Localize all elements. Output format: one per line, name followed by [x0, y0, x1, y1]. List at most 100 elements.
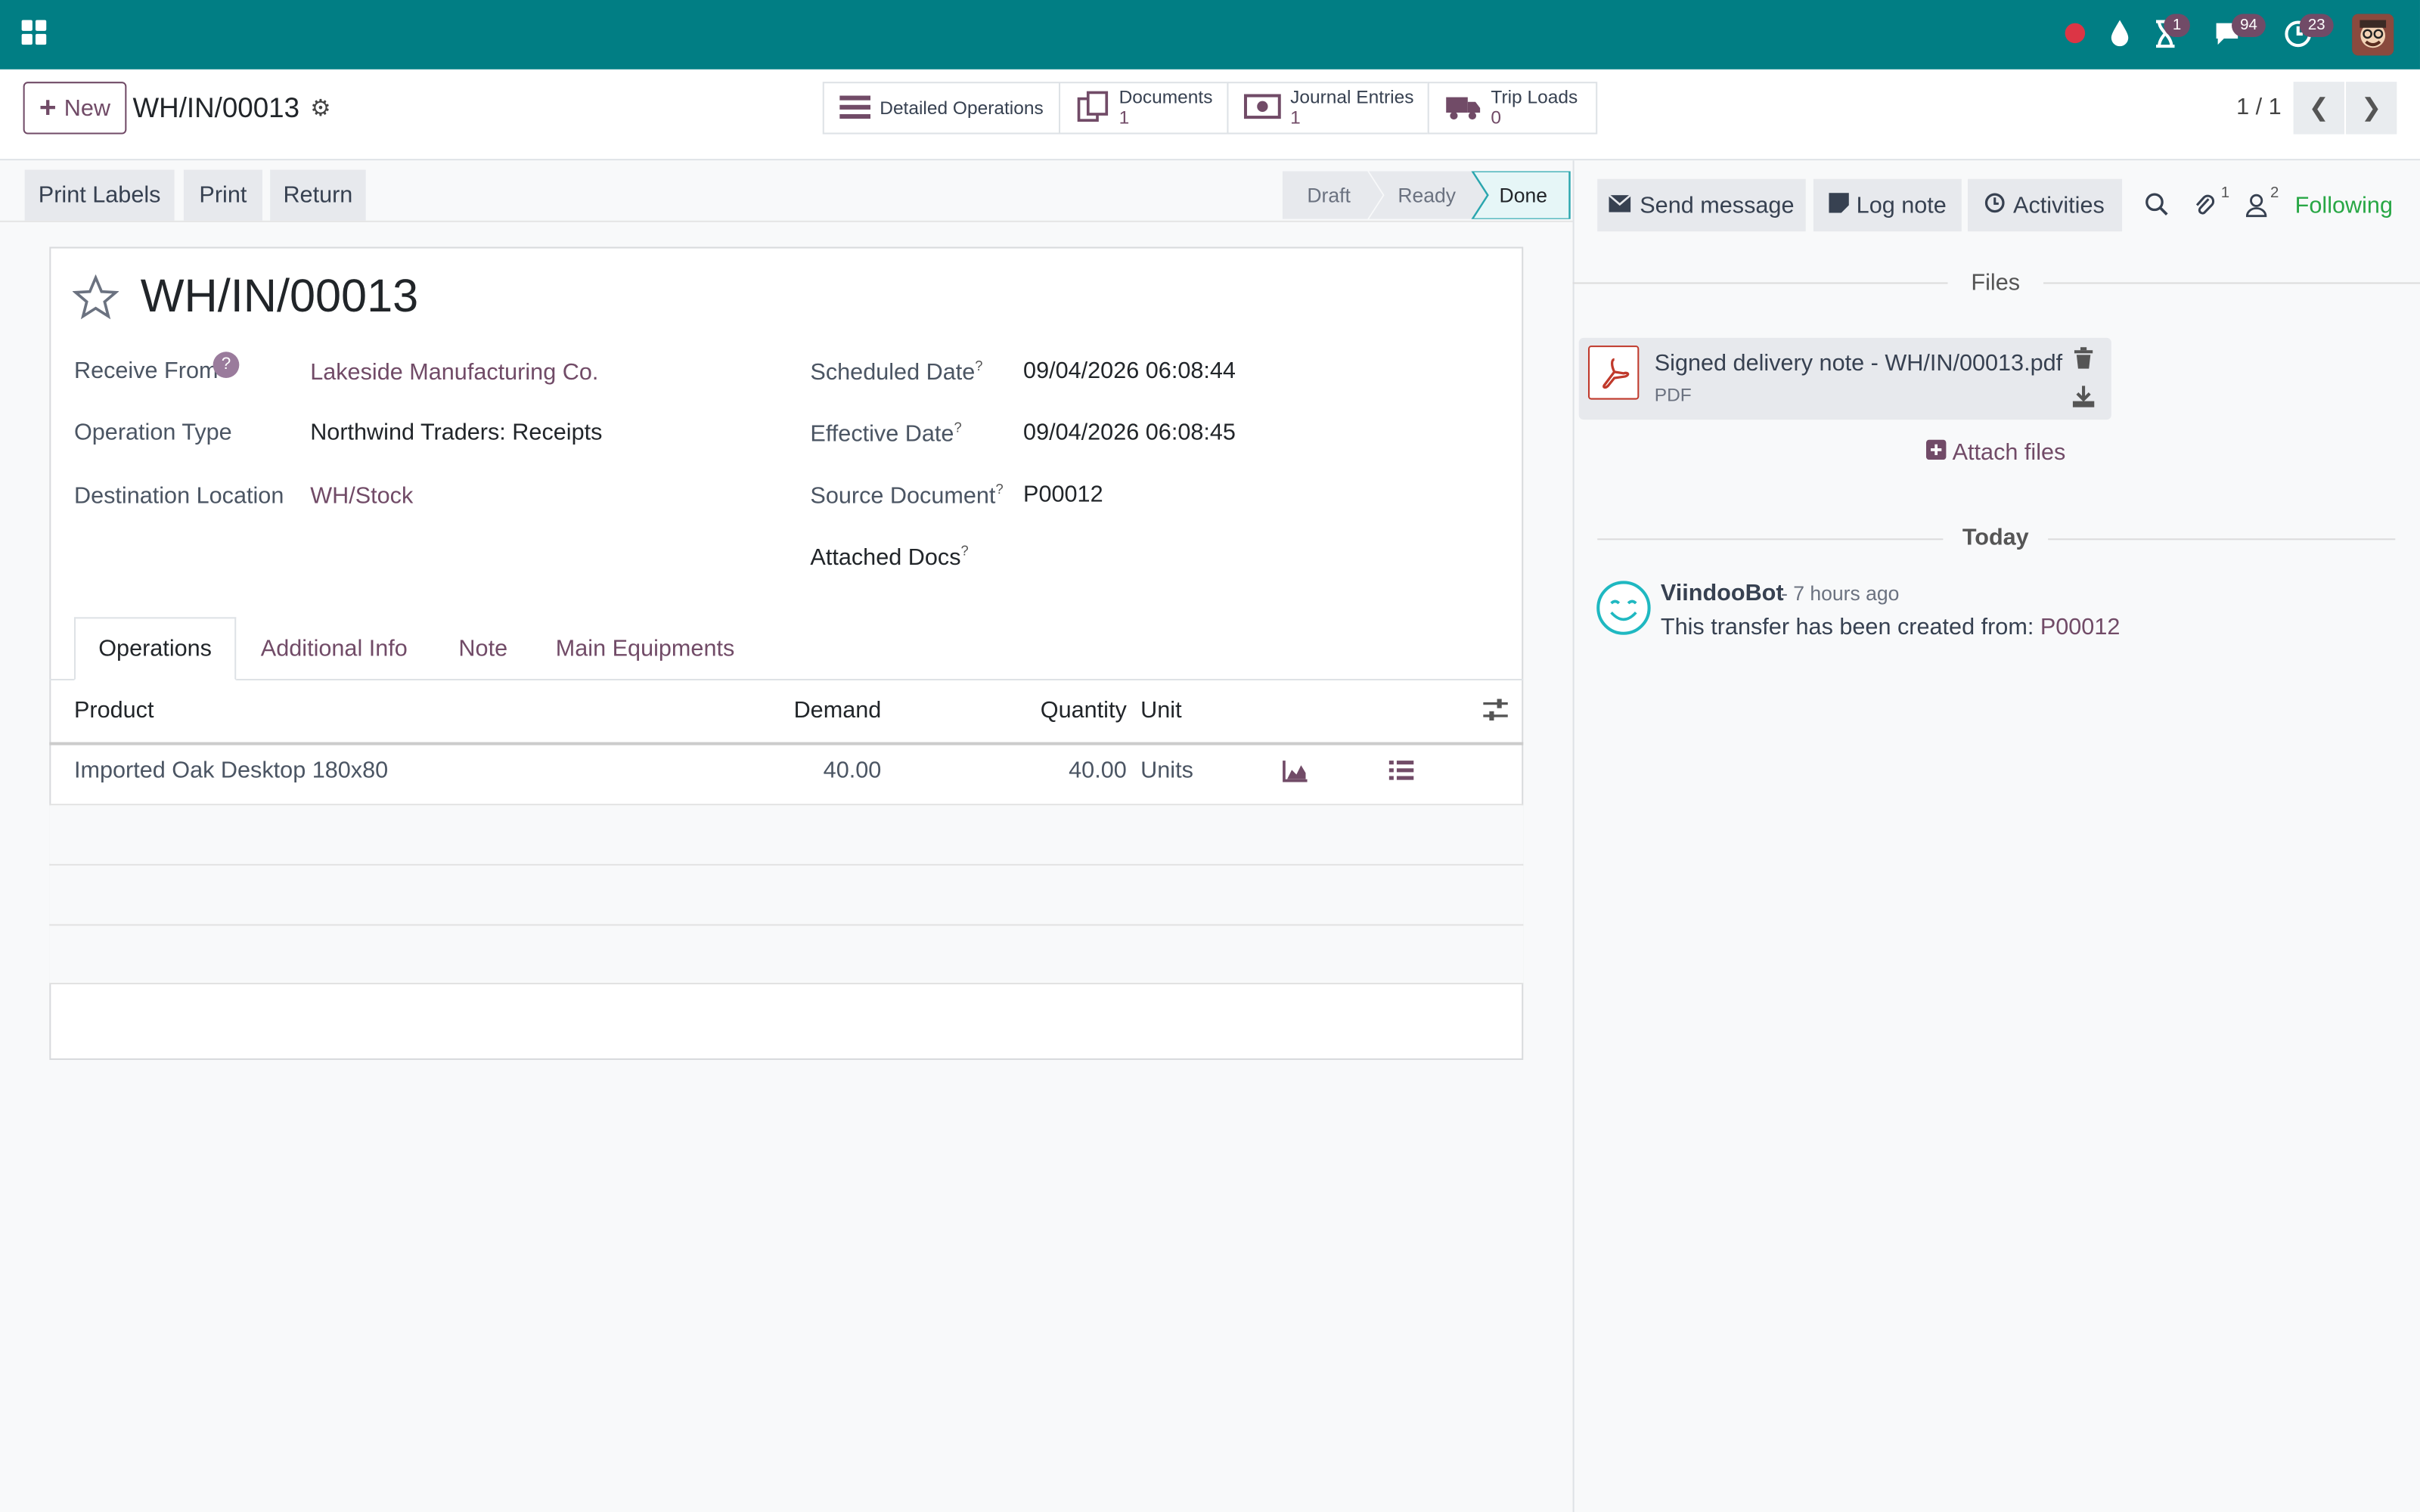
smart-button-journal-entries[interactable]: Journal Entries 1: [1227, 82, 1429, 135]
forecast-chart-icon[interactable]: [1283, 759, 1309, 787]
today-heading: Today: [1962, 524, 2029, 551]
breadcrumb: WH/IN/00013: [132, 92, 300, 124]
smart-button-label: Detailed Operations: [880, 96, 1044, 119]
apps-menu-icon[interactable]: [21, 20, 48, 47]
attachment-name: Signed delivery note - WH/IN/00013.pdf: [1654, 350, 2063, 376]
chat-badge: 94: [2231, 14, 2266, 37]
column-header-unit[interactable]: Unit: [1140, 697, 1181, 723]
effective-date-value[interactable]: 09/04/2026 06:08:45: [1023, 420, 1236, 446]
attachments-count: 1: [2220, 184, 2230, 203]
optional-columns-icon[interactable]: [1483, 697, 1508, 727]
pager-next-button[interactable]: ❯: [2346, 82, 2397, 135]
money-icon: [1243, 91, 1281, 124]
new-button-label: New: [64, 94, 111, 122]
search-icon[interactable]: [2145, 193, 2169, 221]
activities-button[interactable]: Activities: [1968, 178, 2123, 232]
smart-button-detailed-operations[interactable]: Detailed Operations: [822, 82, 1061, 135]
send-message-button[interactable]: Send message: [1597, 178, 1806, 232]
smart-button-count: 0: [1491, 106, 1502, 129]
download-icon[interactable]: [2072, 386, 2095, 412]
smart-button-documents[interactable]: Documents 1: [1058, 82, 1229, 135]
smart-button-label: Documents: [1118, 86, 1213, 108]
log-note-button[interactable]: Log note: [1813, 178, 1962, 232]
operation-type-label: Operation Type: [73, 420, 232, 446]
print-labels-button[interactable]: Print Labels: [24, 169, 175, 221]
source-document-label: Source Document?: [810, 481, 1004, 510]
followers-icon[interactable]: [2245, 193, 2267, 222]
truck-icon: [1444, 91, 1481, 124]
list-icon: [839, 93, 871, 122]
message-link[interactable]: P00012: [2040, 614, 2121, 640]
message-body: This transfer has been created from: P00…: [1661, 614, 2120, 640]
operation-type-value[interactable]: Northwind Traders: Receipts: [310, 420, 602, 446]
today-divider: [1597, 538, 1944, 541]
star-icon[interactable]: [72, 274, 119, 325]
paperclip-icon[interactable]: [2193, 191, 2215, 222]
tab-main-equipments[interactable]: Main Equipments: [537, 617, 753, 680]
attach-files-button[interactable]: Attach files: [1925, 439, 2066, 466]
chevron-left-icon: ❮: [2308, 95, 2329, 122]
followers-count: 2: [2270, 184, 2279, 203]
message-author[interactable]: ViindooBot: [1661, 580, 1784, 606]
clock-badge: 23: [2299, 14, 2334, 37]
column-header-product[interactable]: Product: [74, 697, 154, 723]
record-title: WH/IN/00013: [140, 271, 419, 323]
scheduled-date-value[interactable]: 09/04/2026 06:08:44: [1023, 358, 1236, 384]
return-button[interactable]: Return: [270, 169, 366, 221]
files-heading: Files: [1971, 270, 2021, 296]
documents-icon: [1075, 88, 1109, 127]
stage-done[interactable]: Done: [1485, 172, 1562, 219]
effective-date-label: Effective Date?: [810, 420, 962, 448]
new-button[interactable]: + New: [23, 82, 127, 135]
gear-icon[interactable]: ⚙: [310, 94, 330, 122]
destination-location-label: Destination Location: [73, 482, 284, 510]
smart-button-label: Journal Entries: [1290, 86, 1414, 108]
destination-location-value[interactable]: WH/Stock: [310, 483, 413, 510]
stage-ready[interactable]: Ready: [1385, 172, 1469, 219]
help-badge[interactable]: ?: [213, 352, 240, 378]
today-divider: [2048, 538, 2396, 541]
following-button[interactable]: Following: [2295, 193, 2393, 219]
stage-draft[interactable]: Draft: [1284, 172, 1373, 219]
source-document-value[interactable]: P00012: [1023, 482, 1103, 508]
recording-dot-icon[interactable]: [2065, 23, 2086, 44]
cell-product[interactable]: Imported Oak Desktop 180x80: [74, 758, 388, 784]
activity-badge: 1: [2164, 14, 2190, 37]
plus-square-icon: [1925, 439, 1947, 466]
row-divider: [49, 982, 1524, 985]
attachment-type: PDF: [1654, 384, 1692, 406]
cell-quantity[interactable]: 40.00: [973, 758, 1127, 784]
trash-icon[interactable]: [2074, 347, 2093, 373]
message-text: This transfer has been created from:: [1660, 614, 2034, 640]
scheduled-date-label: Scheduled Date?: [810, 358, 983, 386]
user-avatar[interactable]: [2352, 14, 2394, 56]
clock-icon: [1985, 192, 2006, 218]
print-button[interactable]: Print: [183, 169, 262, 221]
detailed-list-icon[interactable]: [1388, 759, 1414, 787]
smart-button-label: Trip Loads: [1491, 86, 1578, 108]
column-header-demand[interactable]: Demand: [727, 697, 882, 723]
receive-from-value[interactable]: Lakeside Manufacturing Co.: [310, 360, 598, 386]
cell-unit: Units: [1140, 758, 1193, 784]
message-time: - 7 hours ago: [1781, 581, 1900, 605]
pdf-icon: [1587, 345, 1640, 400]
tab-note[interactable]: Note: [436, 617, 532, 680]
cell-demand: 40.00: [823, 758, 882, 784]
drop-icon[interactable]: [2110, 18, 2130, 51]
tab-additional-info[interactable]: Additional Info: [236, 617, 432, 680]
smart-button-trip-loads[interactable]: Trip Loads 0: [1427, 82, 1598, 135]
pager-previous-button[interactable]: ❮: [2293, 82, 2344, 135]
smart-button-count: 1: [1290, 106, 1301, 129]
tab-operations[interactable]: Operations: [73, 617, 237, 680]
top-navbar: 1 94 23: [0, 0, 2420, 70]
pager-value[interactable]: 1 / 1: [2236, 94, 2282, 120]
files-divider: [1572, 282, 1948, 284]
chevron-right-icon: ❯: [2361, 95, 2382, 122]
column-header-quantity[interactable]: Quantity: [973, 697, 1127, 723]
bot-avatar[interactable]: [1596, 580, 1651, 640]
files-divider: [2043, 282, 2420, 284]
send-message-label: Send message: [1640, 192, 1795, 218]
attached-docs-label: Attached Docs?: [810, 543, 969, 572]
attach-files-label: Attach files: [1952, 439, 2066, 466]
smart-button-count: 1: [1118, 106, 1130, 129]
